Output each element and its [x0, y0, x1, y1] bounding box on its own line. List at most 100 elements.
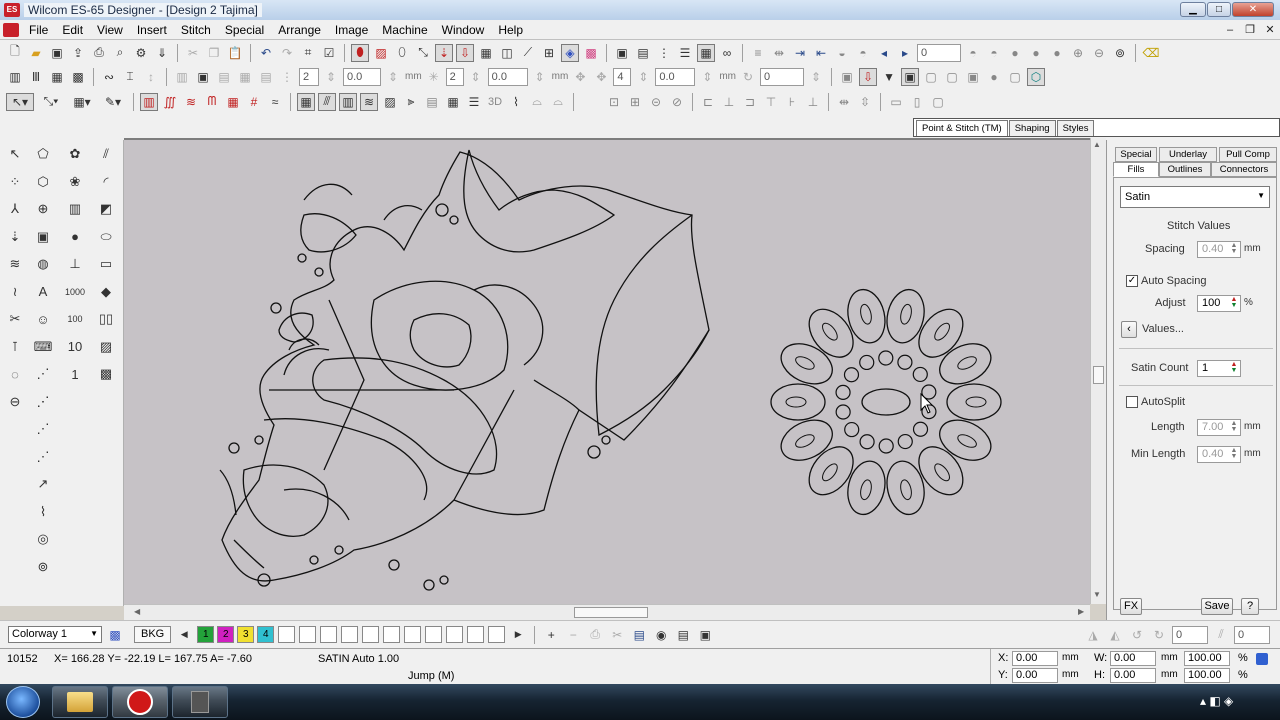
trace2-icon[interactable]: ▢ [922, 68, 940, 86]
circle-icon[interactable]: ● [985, 68, 1003, 86]
reshape-icon[interactable]: ⬠ [31, 143, 55, 165]
explorer-taskbar-button[interactable] [52, 686, 108, 718]
color-icon[interactable]: ◈ [561, 43, 579, 62]
menu-stitch[interactable]: Stitch [174, 23, 218, 37]
spin6-icon[interactable]: ⇕ [698, 68, 716, 86]
recorder-taskbar-button[interactable] [172, 686, 228, 718]
effect12-icon[interactable]: ⌓ [549, 93, 567, 111]
zigzag-line-icon[interactable]: ⋰ [31, 446, 55, 468]
trace5-icon[interactable]: ▢ [1006, 68, 1024, 86]
spacing-input[interactable]: 0.40 ▲ ▼ [1197, 241, 1241, 258]
print-icon[interactable]: ⎙ [90, 44, 108, 62]
spin7-icon[interactable]: ⇕ [807, 68, 825, 86]
three-d-icon[interactable]: 3D [486, 93, 504, 111]
pointer-icon[interactable]: ⤡ [414, 44, 432, 62]
horizontal-scroll-thumb[interactable] [574, 607, 648, 618]
effect9-icon[interactable]: ☰ [465, 93, 483, 111]
distribute-icon[interactable]: ⇹ [770, 44, 788, 62]
tab-underlay[interactable]: Underlay [1159, 147, 1217, 162]
auto-spacing-checkbox[interactable]: ✓ [1126, 275, 1138, 287]
align-right-icon[interactable]: ⊐ [741, 93, 759, 111]
cut-colors-icon[interactable]: ✂ [608, 626, 626, 644]
align-icon[interactable]: ☰ [676, 44, 694, 62]
half-circle-icon[interactable]: ◒ [833, 44, 851, 62]
run-icon[interactable]: ⋰ [31, 363, 55, 385]
count-100-icon[interactable]: 100 [63, 308, 87, 330]
select-tool-icon[interactable]: ↖▾ [6, 92, 34, 111]
bkg-button[interactable]: BKG [134, 626, 172, 643]
size-w-icon[interactable]: ▭ [887, 93, 905, 111]
height-icon[interactable]: ↕ [142, 68, 160, 86]
half-circle-alt-icon[interactable]: ◓ [854, 44, 872, 62]
flip-icon[interactable]: ⇤ [812, 44, 830, 62]
print-colors-icon[interactable]: ⎙ [586, 626, 604, 644]
outline-teal-icon[interactable]: ⬡ [1027, 67, 1046, 86]
trace-icon[interactable]: ▣ [901, 67, 920, 86]
field-4[interactable]: 0.0 [487, 67, 528, 86]
effect4-icon[interactable]: ≋ [360, 92, 378, 111]
stitch-count-field[interactable]: 0 [917, 43, 961, 62]
align-middle-icon[interactable]: ⊦ [783, 93, 801, 111]
color-wheel-icon[interactable]: ◉ [652, 626, 670, 644]
minimize-button[interactable]: ▁ [1180, 2, 1206, 17]
tie-in-icon[interactable]: ⊺ [3, 336, 27, 358]
w-input[interactable]: 0.00 [1110, 651, 1156, 666]
mdi-restore-button[interactable]: ❐ [1242, 23, 1258, 37]
needle-point-2-icon[interactable]: ⇩ [859, 67, 878, 86]
needle-icon[interactable]: ⇣ [3, 226, 27, 248]
link-icon[interactable]: ∞ [718, 44, 736, 62]
mirror-icon[interactable]: ◮ [1084, 626, 1102, 644]
count-1-icon[interactable]: 1 [63, 363, 87, 385]
empty-swatch[interactable] [341, 626, 359, 643]
space-h-icon[interactable]: ⇹ [835, 93, 853, 111]
next-color-icon[interactable]: ▶ [509, 626, 527, 644]
color-swatch-3[interactable]: 3 [237, 626, 255, 643]
empty-swatch[interactable] [425, 626, 443, 643]
trace4-icon[interactable]: ▣ [964, 68, 982, 86]
dome-icon[interactable]: ◓ [985, 44, 1003, 62]
menu-edit[interactable]: Edit [55, 23, 90, 37]
spinner-icon[interactable]: ▲ ▼ [1229, 242, 1239, 256]
satin-stitch-icon[interactable]: ▥ [140, 92, 158, 111]
h-input[interactable]: 0.00 [1110, 668, 1156, 683]
view-icon[interactable]: ▦ [697, 43, 715, 62]
binoculars-icon[interactable]: ▯▯ [94, 308, 118, 330]
empty-swatch[interactable] [299, 626, 317, 643]
grid-icon[interactable]: ▦ [477, 44, 495, 62]
align-bottom-icon[interactable]: ⊥ [804, 93, 822, 111]
forward-icon[interactable]: ▸ [896, 44, 914, 62]
layout-icon[interactable]: ◫ [498, 44, 516, 62]
scroll-right-icon[interactable]: ▶ [1078, 607, 1084, 616]
undo-icon[interactable]: ↶ [257, 44, 275, 62]
spinner-icon[interactable]: ▲ ▼ [1229, 296, 1239, 310]
menu-arrange[interactable]: Arrange [271, 23, 328, 37]
length-input[interactable]: 7.00 ▲ ▼ [1197, 419, 1241, 436]
effect2-icon[interactable]: ⫻ [318, 92, 336, 111]
dot3-icon[interactable]: ● [1048, 44, 1066, 62]
wilcom-taskbar-button[interactable] [112, 686, 168, 718]
hatch-icon[interactable]: ▥ [173, 68, 191, 86]
run-stitch-icon[interactable]: ∾ [100, 68, 118, 86]
menu-help[interactable]: Help [491, 23, 530, 37]
zoom-icon[interactable]: ⊞ [540, 44, 558, 62]
effect5-icon[interactable]: ▨ [381, 93, 399, 111]
tab-outlines[interactable]: Outlines [1159, 162, 1211, 177]
effect3-icon[interactable]: ▥ [339, 92, 357, 111]
eraser-icon[interactable]: ⌫ [1142, 44, 1160, 62]
spinner-icon[interactable]: ▲ ▼ [1229, 420, 1239, 434]
empty-swatch[interactable] [362, 626, 380, 643]
branch-icon[interactable]: ⅄ [3, 198, 27, 220]
satin-tool-icon[interactable]: ▦▾ [68, 93, 96, 111]
rectangle-icon[interactable]: ▭ [94, 253, 118, 275]
send-icon[interactable]: ⇓ [153, 44, 171, 62]
unlock-icon[interactable]: ⊘ [668, 93, 686, 111]
cut-icon[interactable]: ✂ [184, 44, 202, 62]
size-both-icon[interactable]: ▢ [929, 93, 947, 111]
move-icon[interactable]: ✥ [571, 68, 589, 86]
save-icon[interactable]: ▣ [48, 44, 66, 62]
shape-icon[interactable]: ⬡ [31, 171, 55, 193]
wave-line-icon[interactable]: ⌇ [31, 501, 55, 523]
color-swatch-2[interactable]: 2 [217, 626, 235, 643]
tab-special[interactable]: Special [1115, 147, 1157, 162]
tab-fills[interactable]: Fills [1113, 162, 1159, 177]
